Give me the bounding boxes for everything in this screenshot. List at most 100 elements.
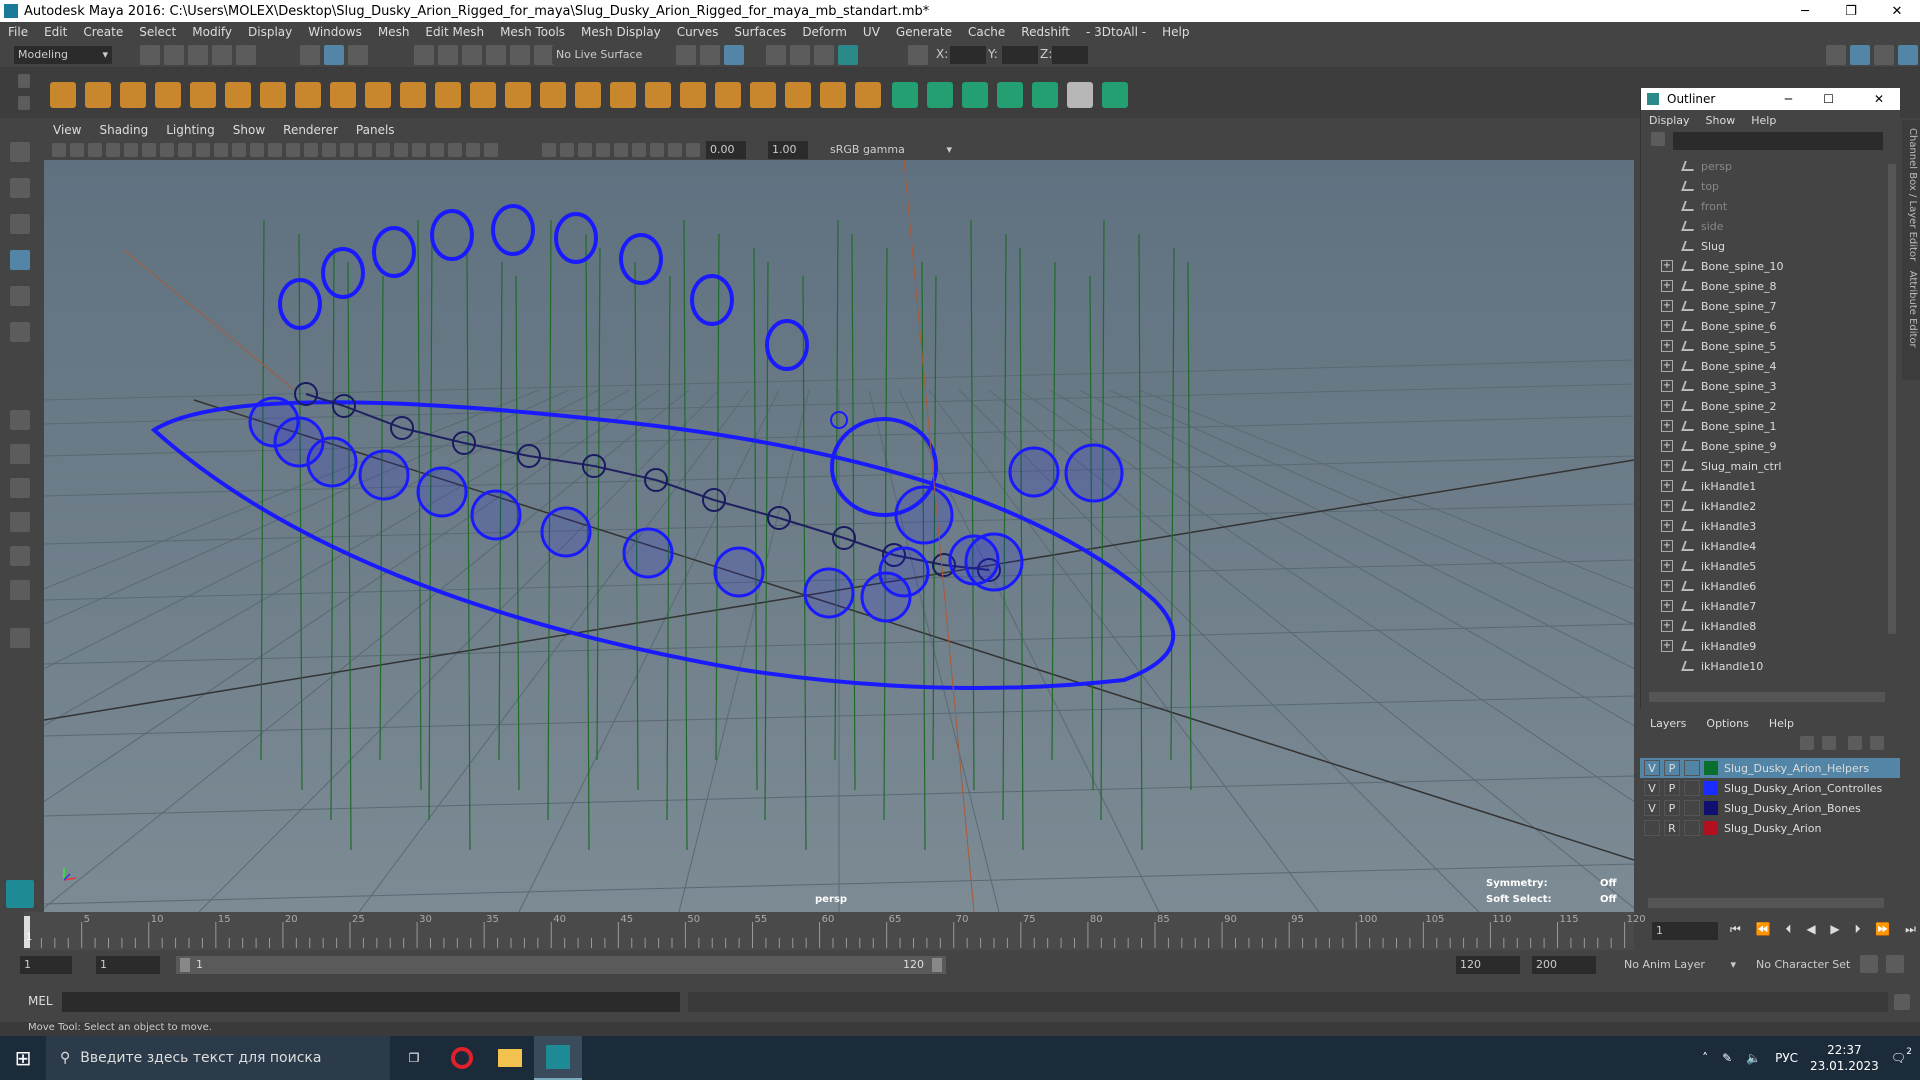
outliner-item[interactable]: + Bone_spine_9 [1641,436,1900,456]
viewport-tool-icon[interactable] [304,143,318,157]
expand-icon[interactable]: + [1661,620,1673,632]
viewport-tool-icon[interactable] [686,143,700,157]
viewport-tool-icon[interactable] [484,143,498,157]
expand-icon[interactable]: + [1661,280,1673,292]
shelf-tool-icon[interactable] [892,82,918,108]
outliner-item[interactable]: Slug [1641,236,1900,256]
menu-modify[interactable]: Modify [184,25,240,39]
shelf-tool-icon[interactable] [785,82,811,108]
viewport-tool-icon[interactable] [322,143,336,157]
persp-outliner-icon[interactable] [10,478,30,498]
new-layer-icon[interactable] [1848,736,1862,750]
construction-history-icon[interactable] [724,45,744,65]
layer-prev-icon[interactable] [1800,736,1814,750]
viewport-tool-icon[interactable] [430,143,444,157]
shelf-tool-icon[interactable] [295,82,321,108]
animation-prefs-icon[interactable] [1886,955,1904,973]
expand-icon[interactable]: + [1661,380,1673,392]
shelf-tool-icon[interactable] [645,82,671,108]
shelf-tool-icon[interactable] [435,82,461,108]
viewport-tool-icon[interactable] [376,143,390,157]
shelf-tool-icon[interactable] [85,82,111,108]
shelf-tool-icon[interactable] [1102,82,1128,108]
layer-display-type[interactable] [1684,820,1700,836]
viewport-tool-icon[interactable] [668,143,682,157]
layer-display-type[interactable] [1684,760,1700,776]
new-scene-icon[interactable] [140,45,160,65]
layer-row[interactable]: V P Slug_Dusky_Arion_Controlles [1640,778,1900,798]
viewport-tool-icon[interactable] [88,143,102,157]
hypershade-icon[interactable] [838,45,858,65]
expand-icon[interactable]: + [1661,560,1673,572]
expand-icon[interactable]: + [1661,580,1673,592]
key-icon[interactable] [1860,955,1878,973]
outliner-menu-display[interactable]: Display [1641,114,1698,127]
taskbar-search[interactable]: ⚲ Введите здесь текст для поиска [46,1036,390,1080]
layout-icon[interactable] [10,546,30,566]
outliner-item[interactable]: + ikHandle7 [1641,596,1900,616]
animation-end-field[interactable]: 200 [1532,956,1596,974]
expand-icon[interactable]: + [1661,420,1673,432]
layer-menu-help[interactable]: Help [1759,717,1804,730]
select-object-icon[interactable] [324,45,344,65]
lasso-tool-icon[interactable] [10,178,30,198]
notification-icon[interactable]: 🗨 2 [1891,1047,1912,1065]
viewport-tool-icon[interactable] [196,143,210,157]
file-explorer-icon[interactable] [486,1036,534,1080]
outliner-item[interactable]: + Bone_spine_2 [1641,396,1900,416]
go-to-end-icon[interactable]: ⏭ [1905,922,1916,940]
outliner-item[interactable]: + Bone_spine_10 [1641,256,1900,276]
select-tool-icon[interactable] [10,142,30,162]
attribute-editor-toggle-icon[interactable] [1898,45,1918,65]
volume-icon[interactable]: 🔈 [1746,1051,1761,1065]
viewport-tool-icon[interactable] [214,143,228,157]
shelf-tool-icon[interactable] [50,82,76,108]
viewport-tool-icon[interactable] [124,143,138,157]
play-back-icon[interactable]: ◀ [1806,922,1815,940]
ipr-render-icon[interactable] [790,45,810,65]
channel-box-tab[interactable]: Channel Box / Layer Editor Attribute Edi… [1902,120,1920,380]
menu-generate[interactable]: Generate [888,25,960,39]
viewport-tool-icon[interactable] [232,143,246,157]
layer-visibility-toggle[interactable]: V [1644,800,1660,816]
shelf-tool-icon[interactable] [260,82,286,108]
viewport-tool-icon[interactable] [52,143,66,157]
shelf-settings-icon[interactable] [18,96,30,110]
viewport-tool-icon[interactable] [448,143,462,157]
command-input[interactable] [62,992,680,1012]
shelf-tool-icon[interactable] [225,82,251,108]
step-back-frame-icon[interactable]: ⏴ [1785,922,1791,940]
new-layer-selected-icon[interactable] [1870,736,1884,750]
layer-h-scrollbar[interactable] [1648,898,1884,908]
snap-view-icon[interactable] [486,45,506,65]
viewport-tool-icon[interactable] [142,143,156,157]
menu-curves[interactable]: Curves [669,25,727,39]
sidebar-toggle-icon[interactable] [1826,45,1846,65]
shelf-tool-icon[interactable] [155,82,181,108]
output-ops-icon[interactable] [700,45,720,65]
render-settings-icon[interactable] [814,45,834,65]
playback-start-field[interactable]: 1 [96,956,160,974]
range-handle-end[interactable] [932,958,942,972]
layer-visibility-toggle[interactable]: V [1644,780,1660,796]
go-to-start-icon[interactable]: ⏮ [1730,922,1741,940]
menu-3dtoall[interactable]: - 3DtoAll - [1078,25,1154,39]
input-ops-icon[interactable] [676,45,696,65]
shelf-tool-icon[interactable] [540,82,566,108]
outliner-item[interactable]: + ikHandle4 [1641,536,1900,556]
viewport-tool-icon[interactable] [560,143,574,157]
step-forward-frame-icon[interactable]: ⏵ [1854,922,1860,940]
step-forward-key-icon[interactable]: ⏩ [1875,922,1890,940]
viewport-tool-icon[interactable] [596,143,610,157]
mel-label[interactable]: MEL [28,994,53,1008]
move-tool-icon[interactable] [10,250,30,270]
shelf-tool-icon[interactable] [505,82,531,108]
x-field[interactable] [950,46,986,64]
layer-row[interactable]: R Slug_Dusky_Arion [1640,818,1900,838]
open-scene-icon[interactable] [164,45,184,65]
shelf-tool-icon[interactable] [1032,82,1058,108]
viewport-canvas[interactable] [44,160,1634,912]
outliner-item[interactable]: + ikHandle1 [1641,476,1900,496]
shelf-tool-icon[interactable] [120,82,146,108]
shelf-tool-icon[interactable] [365,82,391,108]
